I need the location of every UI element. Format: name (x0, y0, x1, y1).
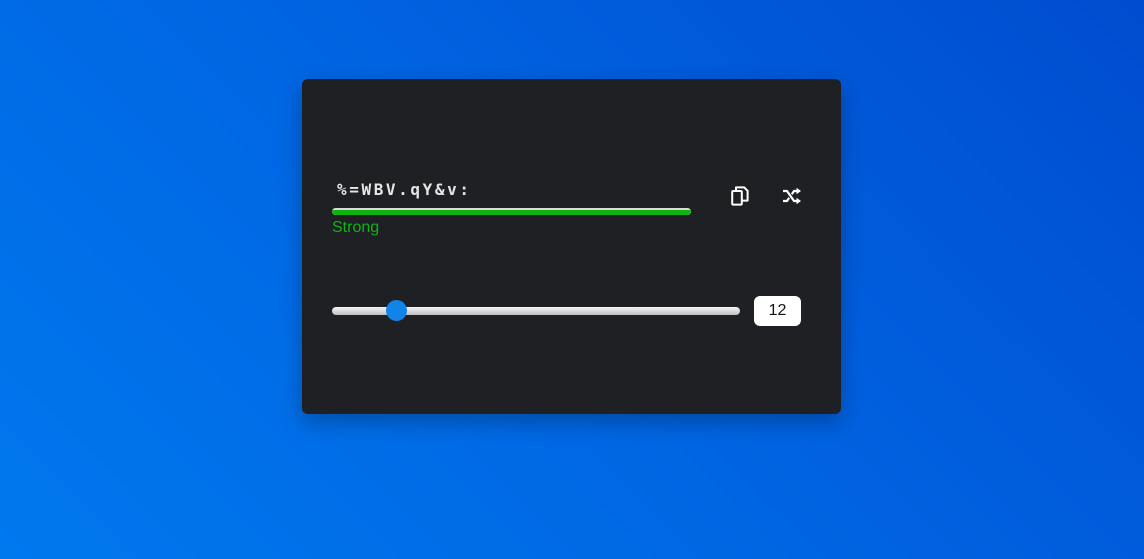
password-output[interactable]: %=WBV.qY&v: (332, 177, 691, 203)
shuffle-icon (782, 187, 802, 210)
copy-button[interactable] (726, 184, 754, 212)
password-generator-card: %=WBV.qY&v: Strong 12 (302, 79, 841, 414)
length-value[interactable]: 12 (754, 296, 801, 326)
length-slider[interactable] (332, 297, 740, 323)
password-area: %=WBV.qY&v: Strong (332, 177, 691, 238)
strength-label: Strong (332, 219, 380, 236)
strength-meter (332, 208, 691, 215)
strength-meter-fill (332, 210, 691, 215)
copy-icon (731, 185, 749, 211)
shuffle-button[interactable] (778, 184, 806, 212)
length-slider-thumb[interactable] (385, 300, 407, 321)
